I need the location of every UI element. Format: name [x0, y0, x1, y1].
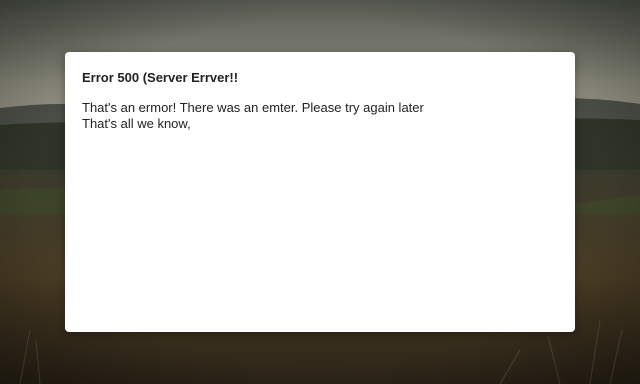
error-message-line-1: That's an ermor! There was an emter. Ple… [82, 100, 424, 115]
error-title: Error 500 (Server Errver!! [82, 70, 239, 85]
error-dialog: Error 500 (Server Errver!! That's an erm… [65, 52, 575, 332]
error-message: That's an ermor! There was an emter. Ple… [82, 100, 558, 132]
error-message-line-2: That's all we know, [82, 116, 191, 131]
